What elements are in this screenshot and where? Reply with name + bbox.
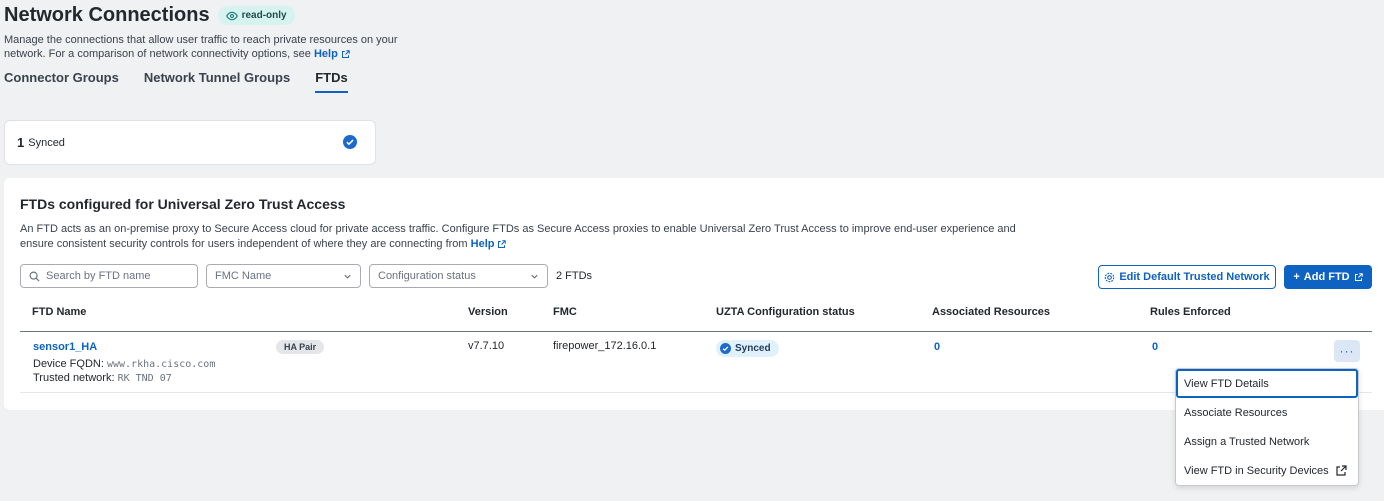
section-description: An FTD acts as an on-premise proxy to Se… bbox=[20, 222, 1040, 252]
plus-icon: + bbox=[1293, 271, 1300, 283]
search-input[interactable]: Search by FTD name bbox=[20, 264, 198, 288]
section-help-label: Help bbox=[470, 238, 495, 250]
ftd-name-link[interactable]: sensor1_HA bbox=[33, 341, 97, 353]
external-link-icon bbox=[1336, 464, 1347, 476]
rules-enforced-link[interactable]: 0 bbox=[1152, 341, 1158, 353]
synced-summary-card[interactable]: 1 Synced bbox=[4, 120, 376, 165]
section-title: FTDs configured for Universal Zero Trust… bbox=[20, 196, 346, 212]
menu-item-associate-resources[interactable]: Associate Resources bbox=[1176, 398, 1358, 427]
device-fqdn: Device FQDN: www.rkha.cisco.com bbox=[33, 358, 215, 370]
external-link-icon bbox=[341, 49, 350, 58]
fmc-cell: firepower_172.16.0.1 bbox=[553, 340, 657, 352]
trusted-network: Trusted network: RK TND 07 bbox=[33, 372, 172, 384]
external-link-icon bbox=[1354, 272, 1363, 281]
tab-bar: Connector Groups Network Tunnel Groups F… bbox=[4, 70, 348, 93]
page-title: Network Connections bbox=[4, 4, 210, 26]
check-circle-icon bbox=[343, 135, 357, 149]
fmc-name-placeholder: FMC Name bbox=[215, 270, 272, 282]
column-header-fmc[interactable]: FMC bbox=[553, 306, 577, 318]
trusted-network-value: RK TND 07 bbox=[117, 373, 172, 384]
menu-item-label: View FTD in Security Devices bbox=[1184, 464, 1329, 477]
configuration-status-placeholder: Configuration status bbox=[378, 270, 476, 282]
search-placeholder: Search by FTD name bbox=[46, 270, 151, 282]
eye-icon bbox=[225, 11, 238, 20]
menu-item-label: View FTD Details bbox=[1184, 377, 1269, 390]
menu-item-assign-trusted-network[interactable]: Assign a Trusted Network bbox=[1176, 427, 1358, 456]
add-ftd-label: Add FTD bbox=[1303, 271, 1350, 283]
associated-resources-link[interactable]: 0 bbox=[934, 341, 940, 353]
tab-network-tunnel-groups[interactable]: Network Tunnel Groups bbox=[144, 70, 290, 93]
column-header-uzta-status[interactable]: UZTA Configuration status bbox=[716, 306, 855, 318]
help-link-label: Help bbox=[313, 48, 338, 60]
version-cell: v7.7.10 bbox=[468, 340, 505, 352]
menu-item-view-in-security-devices[interactable]: View FTD in Security Devices bbox=[1176, 456, 1358, 485]
edit-default-trusted-network-label: Edit Default Trusted Network bbox=[1119, 271, 1270, 283]
search-icon bbox=[29, 271, 40, 282]
title-row: Network Connections read-only bbox=[4, 4, 414, 27]
device-fqdn-value: www.rkha.cisco.com bbox=[106, 359, 216, 370]
menu-item-view-ftd-details[interactable]: View FTD Details bbox=[1176, 369, 1358, 398]
table-row-divider bbox=[20, 392, 1372, 393]
fmc-name-select[interactable]: FMC Name bbox=[206, 264, 361, 288]
column-header-ftd-name[interactable]: FTD Name bbox=[32, 306, 86, 318]
configuration-status-select[interactable]: Configuration status bbox=[369, 264, 548, 288]
more-actions-button[interactable]: ··· bbox=[1334, 340, 1360, 362]
read-only-label: read-only bbox=[241, 10, 287, 21]
external-link-icon bbox=[498, 240, 507, 248]
ha-pair-badge: HA Pair bbox=[276, 340, 325, 354]
check-circle-icon bbox=[720, 343, 731, 354]
read-only-badge: read-only bbox=[217, 6, 295, 25]
add-ftd-button[interactable]: + Add FTD bbox=[1284, 265, 1372, 289]
column-header-version[interactable]: Version bbox=[468, 306, 508, 318]
section-description-text: An FTD acts as an on-premise proxy to Se… bbox=[20, 223, 1016, 250]
section-help-link[interactable]: Help bbox=[471, 237, 507, 252]
actions-menu: View FTD Details Associate Resources Ass… bbox=[1175, 368, 1359, 486]
tab-connector-groups[interactable]: Connector Groups bbox=[4, 70, 119, 93]
filter-row: Search by FTD name FMC Name Configuratio… bbox=[20, 264, 592, 288]
edit-default-trusted-network-button[interactable]: Edit Default Trusted Network bbox=[1098, 265, 1276, 289]
chevron-down-icon bbox=[531, 274, 538, 279]
synced-status-label: Synced bbox=[735, 343, 771, 354]
menu-item-label: Associate Resources bbox=[1184, 406, 1288, 419]
column-header-associated-resources[interactable]: Associated Resources bbox=[932, 306, 1050, 318]
help-link[interactable]: Help bbox=[314, 47, 350, 61]
gear-icon bbox=[1105, 272, 1115, 282]
page-header: Network Connections read-only Manage the… bbox=[4, 4, 414, 61]
synced-status-badge: Synced bbox=[716, 340, 779, 357]
device-fqdn-label: Device FQDN: bbox=[33, 358, 104, 370]
tab-ftds[interactable]: FTDs bbox=[315, 70, 348, 93]
trusted-network-label: Trusted network: bbox=[33, 372, 115, 384]
synced-count: 1 bbox=[17, 135, 25, 150]
chevron-down-icon bbox=[344, 274, 351, 279]
menu-item-label: Assign a Trusted Network bbox=[1184, 435, 1310, 448]
page-description: Manage the connections that allow user t… bbox=[4, 33, 414, 61]
synced-label: Synced bbox=[28, 136, 65, 149]
ftd-count: 2 FTDs bbox=[556, 270, 593, 282]
column-header-rules-enforced[interactable]: Rules Enforced bbox=[1150, 306, 1231, 318]
table-header-divider bbox=[20, 331, 1372, 332]
